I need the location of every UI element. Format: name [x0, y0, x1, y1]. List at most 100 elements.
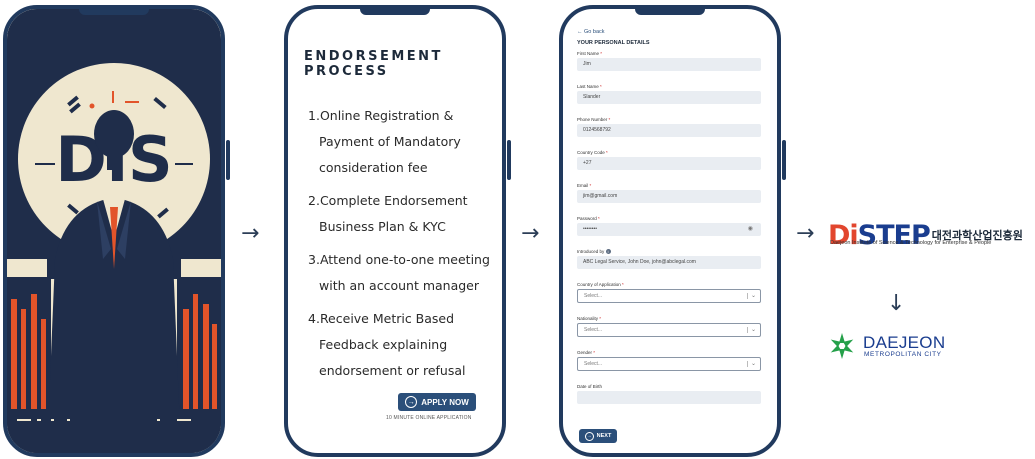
first-name-field: First Name * Jim	[577, 50, 761, 71]
phone-poster: DiS	[3, 5, 225, 457]
required-marker: *	[608, 117, 611, 122]
step-text: Attend one-to-one meeting	[319, 252, 490, 267]
country-of-application-field: Country of Application * Select... ⌄	[577, 281, 761, 303]
introduced-by-input[interactable]: ABC Legal Service, John Doe, john@abcleg…	[577, 256, 761, 269]
required-marker: *	[622, 282, 624, 287]
country-code-field: Country Code * +27	[577, 149, 761, 170]
process-step: 1.Online Registration & Payment of Manda…	[308, 103, 498, 181]
daejeon-city-logo: DAEJEON METROPOLITAN CITY	[827, 331, 945, 361]
daejeon-subtitle: METROPOLITAN CITY	[864, 351, 942, 358]
process-step: 4.Receive Metric Based Feedback explaini…	[308, 306, 498, 384]
field-label: First Name	[577, 51, 600, 56]
go-back-link[interactable]: ← Go back	[577, 29, 761, 35]
field-label: Phone Number	[577, 117, 608, 122]
last-name-input[interactable]: Slander	[577, 91, 761, 104]
required-marker: *	[598, 216, 600, 221]
info-icon[interactable]: i	[605, 249, 611, 255]
step-text: Payment of Mandatory	[319, 134, 461, 149]
distep-logo-step: STEP	[857, 220, 931, 251]
process-title: ENDORSEMENT PROCESS	[304, 49, 443, 79]
email-input[interactable]: jim@gmail.com	[577, 190, 761, 203]
apply-now-label: APPLY NOW	[421, 397, 469, 407]
phone-endorsement-process: ENDORSEMENT PROCESS 1.Online Registratio…	[284, 5, 506, 457]
apply-now-button[interactable]: → APPLY NOW	[398, 393, 476, 411]
nationality-select[interactable]: Select... ⌄	[577, 323, 761, 337]
step-number: 1.	[308, 108, 320, 123]
flow-arrow-right-2: →	[521, 221, 540, 246]
required-marker: *	[606, 150, 608, 155]
last-name-field: Last Name * Slander	[577, 83, 761, 104]
phone-side-button	[782, 140, 786, 180]
required-marker: *	[589, 183, 592, 188]
phone-personal-details-form: ← Go back YOUR PERSONAL DETAILS First Na…	[559, 5, 781, 457]
select-placeholder: Select...	[584, 361, 603, 367]
phone-notch	[635, 9, 705, 15]
arrow-circle-icon: →	[584, 431, 594, 441]
distep-subtitle: Daejeon Institute of Science & Technolog…	[830, 240, 992, 246]
gender-field: Gender * Select... ⌄	[577, 349, 761, 371]
daejeon-emblem-icon	[830, 333, 854, 359]
step-text: Receive Metric Based	[319, 311, 455, 326]
process-step: 2.Complete Endorsement Business Plan & K…	[308, 188, 498, 240]
field-label: Nationality	[577, 316, 599, 321]
next-label: NEXT	[596, 433, 612, 439]
daejeon-name: DAEJEON	[863, 333, 946, 352]
step-text: Feedback explaining	[319, 337, 448, 352]
country-code-input[interactable]: +27	[577, 157, 761, 170]
required-marker: *	[593, 350, 596, 355]
required-marker: *	[600, 51, 603, 56]
password-input[interactable]: •••••••• ◉	[577, 223, 761, 236]
phone-number-input[interactable]: 0124568792	[577, 124, 761, 137]
form-title: YOUR PERSONAL DETAILS	[577, 40, 650, 46]
nationality-field: Nationality * Select... ⌄	[577, 315, 761, 337]
field-label: Gender	[577, 350, 593, 355]
date-of-birth-field: Date of Birth	[577, 383, 761, 404]
email-field: Email * jim@gmail.com	[577, 182, 761, 203]
field-label: Introduced by	[577, 249, 605, 254]
phone-notch	[79, 9, 149, 15]
field-label: Country Code	[577, 150, 605, 155]
field-label: Country of Application	[577, 282, 621, 287]
chevron-down-icon: ⌄	[750, 361, 756, 367]
phone-number-field: Phone Number * 0124568792	[577, 116, 761, 137]
gender-select[interactable]: Select... ⌄	[577, 357, 761, 371]
flow-arrow-right-3: →	[796, 221, 815, 246]
password-field: Password * •••••••• ◉	[577, 215, 761, 236]
field-label: Email	[577, 183, 589, 188]
chevron-down-icon: ⌄	[750, 327, 756, 333]
first-name-input[interactable]: Jim	[577, 58, 761, 71]
step-number: 2.	[308, 193, 320, 208]
required-marker: *	[599, 316, 602, 321]
step-text: Complete Endorsement	[319, 193, 468, 208]
phone-notch	[360, 9, 430, 15]
dis-poster-illustration: DiS	[7, 9, 221, 453]
next-button[interactable]: → NEXT	[579, 429, 617, 443]
field-label: Last Name	[577, 84, 599, 89]
phone-side-button	[507, 140, 511, 180]
field-label: Password	[577, 216, 597, 221]
introduced-by-field: Introduced by i ABC Legal Service, John …	[577, 248, 761, 269]
chevron-down-icon: ⌄	[750, 293, 756, 299]
personal-details-form: ← Go back YOUR PERSONAL DETAILS First Na…	[577, 29, 761, 416]
step-number: 3.	[308, 252, 320, 267]
step-text: with an account manager	[319, 278, 480, 293]
step-text: Online Registration &	[319, 108, 454, 123]
apply-subtitle: 10 MINUTE ONLINE APPLICATION	[386, 415, 472, 421]
select-placeholder: Select...	[584, 293, 603, 299]
step-text: endorsement or refusal	[319, 363, 466, 378]
required-marker: *	[600, 84, 602, 89]
eye-hidden-icon[interactable]: ◉	[748, 223, 753, 236]
arrow-circle-icon: →	[405, 396, 418, 408]
flow-arrow-right-1: →	[241, 221, 260, 246]
step-number: 4.	[308, 311, 320, 326]
distep-logo-di: Di	[828, 220, 859, 251]
step-text: consideration fee	[319, 160, 428, 175]
country-of-application-select[interactable]: Select... ⌄	[577, 289, 761, 303]
field-label: Date of Birth	[577, 384, 603, 389]
flow-arrow-down: ↓	[887, 291, 906, 316]
step-text: Business Plan & KYC	[319, 219, 446, 234]
process-steps-list: 1.Online Registration & Payment of Manda…	[308, 103, 498, 391]
select-placeholder: Select...	[584, 327, 603, 333]
phone-side-button	[226, 140, 230, 180]
date-of-birth-input[interactable]	[577, 391, 761, 404]
